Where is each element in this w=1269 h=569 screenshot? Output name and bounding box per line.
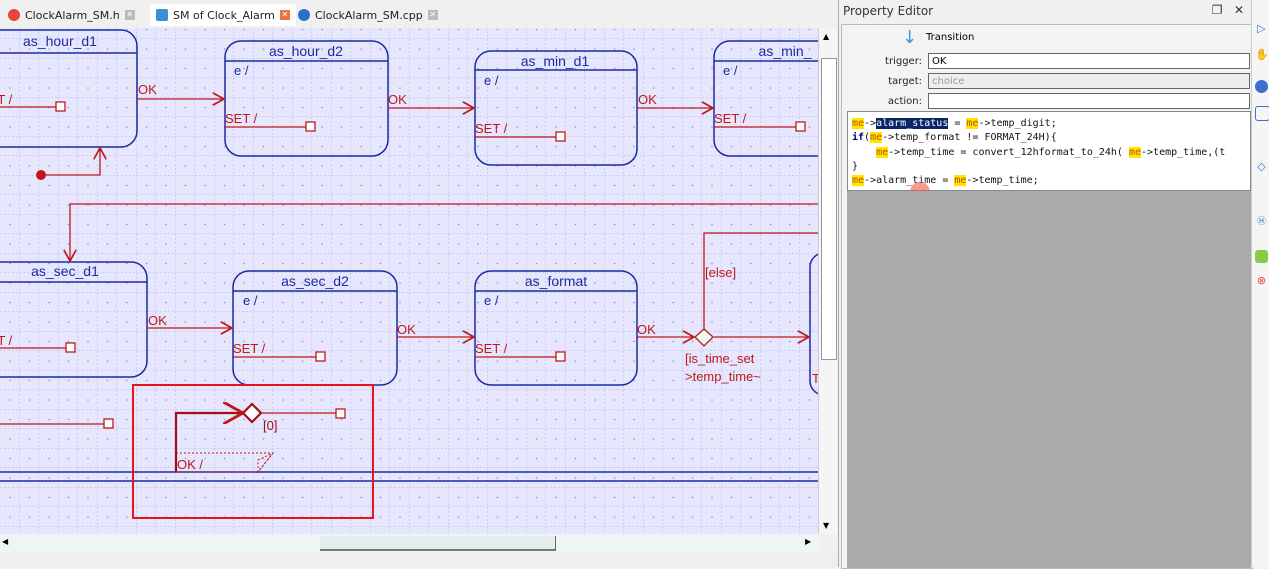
trigger-label: trigger: — [885, 56, 922, 67]
state-name: as_format — [525, 273, 587, 289]
set-label: SET / — [233, 341, 266, 356]
set-label: SET / — [475, 341, 508, 356]
tool-palette: ▷ ✋ ◇ Ⓗ ⊗ — [1251, 0, 1269, 567]
close-tab-icon[interactable]: ✕ — [279, 10, 290, 20]
element-kind: Transition — [926, 32, 975, 43]
action-label: action: — [887, 96, 922, 107]
ok-label: OK — [637, 322, 656, 337]
ok-label: OK — [148, 313, 167, 328]
set-label: SET / — [714, 111, 747, 126]
set-label: SET / — [225, 111, 258, 126]
state-name: as_min_ — [759, 43, 812, 59]
ok-label: OK — [138, 82, 157, 97]
state-tool-icon[interactable] — [1255, 80, 1268, 93]
tab-clockalarm-cpp[interactable]: ClockAlarm_SM.cpp ✕ — [298, 4, 438, 26]
tab-sm-clock-alarm[interactable]: SM of Clock_Alarm ✕ — [150, 4, 296, 26]
ok-label: OK — [638, 92, 657, 107]
entry-action: e / — [234, 63, 249, 78]
state-name: as_sec_d1 — [31, 263, 99, 279]
initial-transition-dot — [36, 170, 46, 180]
panel-controls[interactable]: ❐ ✕ — [1212, 3, 1244, 17]
terminate-tool-icon[interactable]: ⊗ — [1255, 274, 1268, 287]
empty-area — [847, 191, 1251, 568]
entry-action: e / — [484, 73, 499, 88]
property-editor: Property Editor ❐ ✕ ↓ Transition trigger… — [838, 0, 1253, 569]
entry-action: e / — [723, 63, 738, 78]
ok-action-label: OK / — [177, 457, 203, 472]
state-name: as_sec_d2 — [281, 273, 349, 289]
tab-clockalarm-h[interactable]: ClockAlarm_SM.h ✕ — [8, 4, 135, 26]
cpp-file-icon — [298, 9, 310, 21]
close-icon[interactable]: ✕ — [1234, 3, 1244, 17]
scroll-down-icon[interactable]: ▼ — [823, 521, 829, 530]
set-label: SET / — [0, 92, 13, 107]
entry-action: e / — [243, 293, 258, 308]
ok-label: OK — [388, 92, 407, 107]
target-input: choice — [928, 73, 1250, 89]
pointer-tool-icon[interactable]: ▷ — [1255, 22, 1268, 35]
horizontal-scrollbar[interactable]: ◀ ▶ — [0, 534, 818, 552]
panel-title: Property Editor — [843, 4, 934, 18]
state-machine-icon — [156, 9, 168, 21]
action-code-editor[interactable]: me->alarm_status = me->temp_digit; if(me… — [847, 111, 1251, 191]
choice-guard-action: >temp_time~ — [685, 369, 761, 384]
state-name: as_hour_d2 — [269, 43, 343, 59]
scroll-thumb[interactable] — [320, 536, 556, 551]
state-name: as_min_d1 — [521, 53, 590, 69]
scroll-left-icon[interactable]: ◀ — [2, 537, 8, 546]
hand-tool-icon[interactable]: ✋ — [1255, 48, 1269, 61]
vertical-scrollbar[interactable]: ▲ ▼ — [818, 28, 837, 534]
close-tab-icon[interactable]: ✕ — [124, 10, 135, 20]
c-header-icon — [8, 9, 20, 21]
box-tool-icon[interactable] — [1255, 106, 1269, 121]
scroll-right-icon[interactable]: ▶ — [805, 537, 811, 546]
scroll-up-icon[interactable]: ▲ — [823, 32, 829, 41]
tab-label: SM of Clock_Alarm — [173, 8, 275, 22]
editor-tabs: ClockAlarm_SM.h ✕ SM of Clock_Alarm ✕ Cl… — [0, 0, 836, 29]
ok-label: OK — [397, 322, 416, 337]
transition-tool-icon[interactable] — [1255, 250, 1268, 263]
set-label: SET / — [0, 333, 13, 348]
set-label: SET / — [475, 121, 508, 136]
choice-tool-icon[interactable]: ◇ — [1255, 160, 1268, 173]
diagram-canvas[interactable]: as_hour_d1 as_hour_d2 as_min_d1 as_min_ … — [0, 28, 818, 534]
trigger-input[interactable]: OK — [928, 53, 1250, 69]
else-guard: [else] — [705, 265, 736, 280]
target-label: target: — [888, 76, 922, 87]
close-tab-icon[interactable]: ✕ — [427, 10, 438, 20]
bottom-panel — [0, 553, 838, 567]
transition-arrow-icon: ↓ — [902, 27, 918, 48]
action-input[interactable] — [928, 93, 1250, 109]
zero-guard: [0] — [263, 418, 277, 433]
state-name: as_hour_d1 — [23, 33, 97, 49]
choice-guard: [is_time_set — [685, 351, 755, 366]
tab-label: ClockAlarm_SM.h — [25, 8, 120, 22]
scroll-thumb[interactable] — [821, 58, 837, 360]
tab-label: ClockAlarm_SM.cpp — [315, 8, 423, 22]
history-tool-icon[interactable]: Ⓗ — [1255, 216, 1268, 229]
restore-icon[interactable]: ❐ — [1212, 3, 1223, 17]
entry-action: e / — [484, 293, 499, 308]
